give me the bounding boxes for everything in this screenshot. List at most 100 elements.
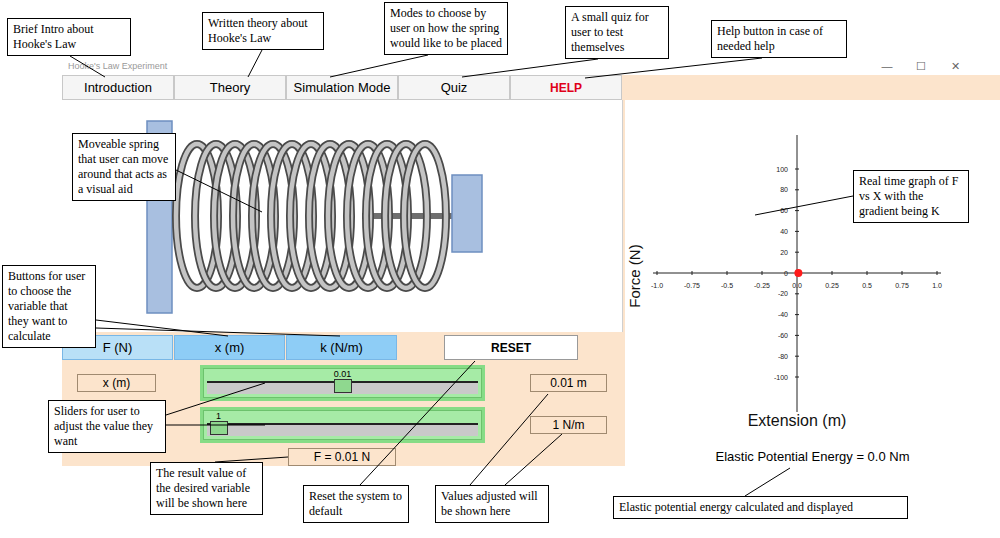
x-tick (902, 271, 903, 275)
annotation-box: Brief Intro about Hooke's Law (7, 18, 131, 56)
elastic-energy-label: Elastic Potential Energy = 0.0 Nm (625, 448, 1000, 466)
x-tick (727, 271, 728, 275)
x-tick (832, 271, 833, 275)
x-tick-label: 0.75 (895, 282, 909, 289)
slider-thumb[interactable] (334, 379, 352, 393)
slider-value-label: 0.01 (334, 370, 352, 379)
variable-button[interactable]: k (N/m) (286, 335, 397, 360)
menu-tab[interactable]: Introduction (62, 75, 174, 100)
slider-body: 1 (203, 410, 482, 440)
x-tick (867, 271, 868, 275)
annotation-box: Moveable spring that user can move aroun… (72, 133, 176, 201)
variable-button-row: F (N) x (m) k (N/m) RESET (62, 335, 623, 360)
annotation-box: Reset the system to default (303, 485, 409, 523)
y-tick-label: 80 (780, 186, 788, 193)
slider[interactable]: 1 (200, 407, 485, 443)
slider-reading: 0.01 m (530, 374, 607, 392)
y-tick-label: 40 (780, 228, 788, 235)
graph-canvas: -1.0 -0.75 -0.5 -0.25 0.0 0.25 0.5 0.75 1.0 100 80… (625, 100, 1000, 448)
annotation-box: Help button in case of needed help (711, 20, 847, 58)
y-axis-title: Force (N) (626, 244, 643, 307)
y-tick (795, 356, 799, 357)
menu-tab-label: Quiz (441, 78, 468, 98)
reset-button[interactable]: RESET (444, 335, 578, 360)
x-tick-label: 0.5 (862, 282, 872, 289)
menu-tab[interactable]: Theory (174, 75, 286, 100)
annotation-line (96, 320, 228, 336)
annotation-box: Sliders for user to adjust the value the… (48, 400, 166, 453)
y-tick (795, 335, 799, 336)
spring-coil (404, 144, 446, 288)
menu-tab[interactable]: HELP (510, 75, 622, 100)
y-tick-label: -100 (774, 374, 788, 381)
menu-tab[interactable]: Quiz (398, 75, 510, 100)
force-extension-graph: -1.0 -0.75 -0.5 -0.25 0.0 0.25 0.5 0.75 1.0 100 80… (625, 100, 1000, 448)
y-tick-label: 20 (780, 249, 788, 256)
annotation-line (166, 425, 265, 426)
x-tick-label: 1.0 (932, 282, 942, 289)
x-tick-label: -1.0 (651, 282, 663, 289)
annotation-line (462, 59, 598, 77)
slider-thumb[interactable] (210, 421, 228, 435)
annotation-line (70, 56, 105, 77)
annotation-line (176, 170, 262, 212)
y-tick (795, 377, 799, 378)
slider[interactable]: 0.01 (200, 365, 485, 401)
annotation-line (745, 468, 790, 496)
slider-track (207, 381, 478, 394)
annotation-box: Real time graph of F vs X with the gradi… (853, 170, 969, 223)
annotation-line (96, 328, 340, 336)
y-tick-label: 100 (776, 166, 788, 173)
app-window: Hooke's Law Experiment —☐✕ Introduction T… (62, 57, 1000, 466)
y-tick (795, 293, 799, 294)
menu-tab[interactable]: Simulation Mode (286, 75, 398, 100)
minimize-button[interactable]: — (870, 61, 904, 72)
annotation-line (166, 383, 265, 415)
annotation-box: Elastic potential energy calculated and … (613, 496, 908, 519)
window-title: Hooke's Law Experiment (68, 62, 167, 71)
y-tick (795, 210, 799, 211)
y-tick-label: 60 (780, 207, 788, 214)
menu-bar: Introduction TheorySimulation Mode Quiz HEL… (62, 75, 1000, 100)
x-tick-label: 0.25 (825, 282, 839, 289)
maximize-button[interactable]: ☐ (904, 61, 938, 72)
menu-tab-label: Introduction (84, 78, 152, 98)
y-tick (795, 169, 799, 170)
x-tick-label: -0.75 (684, 282, 700, 289)
annotation-line (505, 434, 562, 485)
x-tick-label: -0.25 (754, 282, 770, 289)
slider-label: x (m) (77, 374, 156, 392)
slider-track (207, 423, 478, 436)
slider-row: x (m) 0.01 0.01 m (62, 365, 623, 401)
variable-buttons: F (N) x (m) k (N/m) (62, 335, 397, 360)
data-point (794, 269, 802, 277)
close-button[interactable]: ✕ (938, 61, 972, 72)
mass-block[interactable] (452, 175, 482, 252)
x-tick-label: 0.0 (792, 282, 802, 289)
variable-button[interactable]: x (m) (174, 335, 285, 360)
slider-body: 0.01 (203, 368, 482, 398)
y-tick (795, 314, 799, 315)
annotation-line (755, 196, 853, 215)
annotation-line (248, 50, 262, 77)
y-tick-label: -20 (778, 290, 788, 297)
x-tick (692, 271, 693, 275)
annotation-line (470, 394, 548, 485)
annotation-line (585, 58, 762, 78)
title-bar: Hooke's Law Experiment —☐✕ (62, 57, 1000, 75)
annotation-box: Values adjusted will be shown here (435, 485, 549, 523)
graph-panel: -1.0 -0.75 -0.5 -0.25 0.0 0.25 0.5 0.75 1.0 100 80… (623, 100, 1000, 466)
annotation-line (330, 55, 428, 77)
variable-button-label: F (N) (103, 338, 133, 358)
y-tick-label: 0 (784, 270, 788, 277)
x-tick-label: -0.5 (721, 282, 733, 289)
annotation-box: The result value of the desired variable… (150, 462, 263, 515)
spring-coil (404, 144, 446, 288)
annotation-box: A small quiz for user to test themselves (565, 6, 669, 59)
variable-button-label: x (m) (215, 338, 245, 358)
y-tick-label: -40 (778, 311, 788, 318)
x-tick (937, 271, 938, 275)
menu-tab-label: HELP (550, 79, 582, 97)
y-tick (795, 252, 799, 253)
annotation-box: Modes to choose by user on how the sprin… (384, 2, 508, 55)
